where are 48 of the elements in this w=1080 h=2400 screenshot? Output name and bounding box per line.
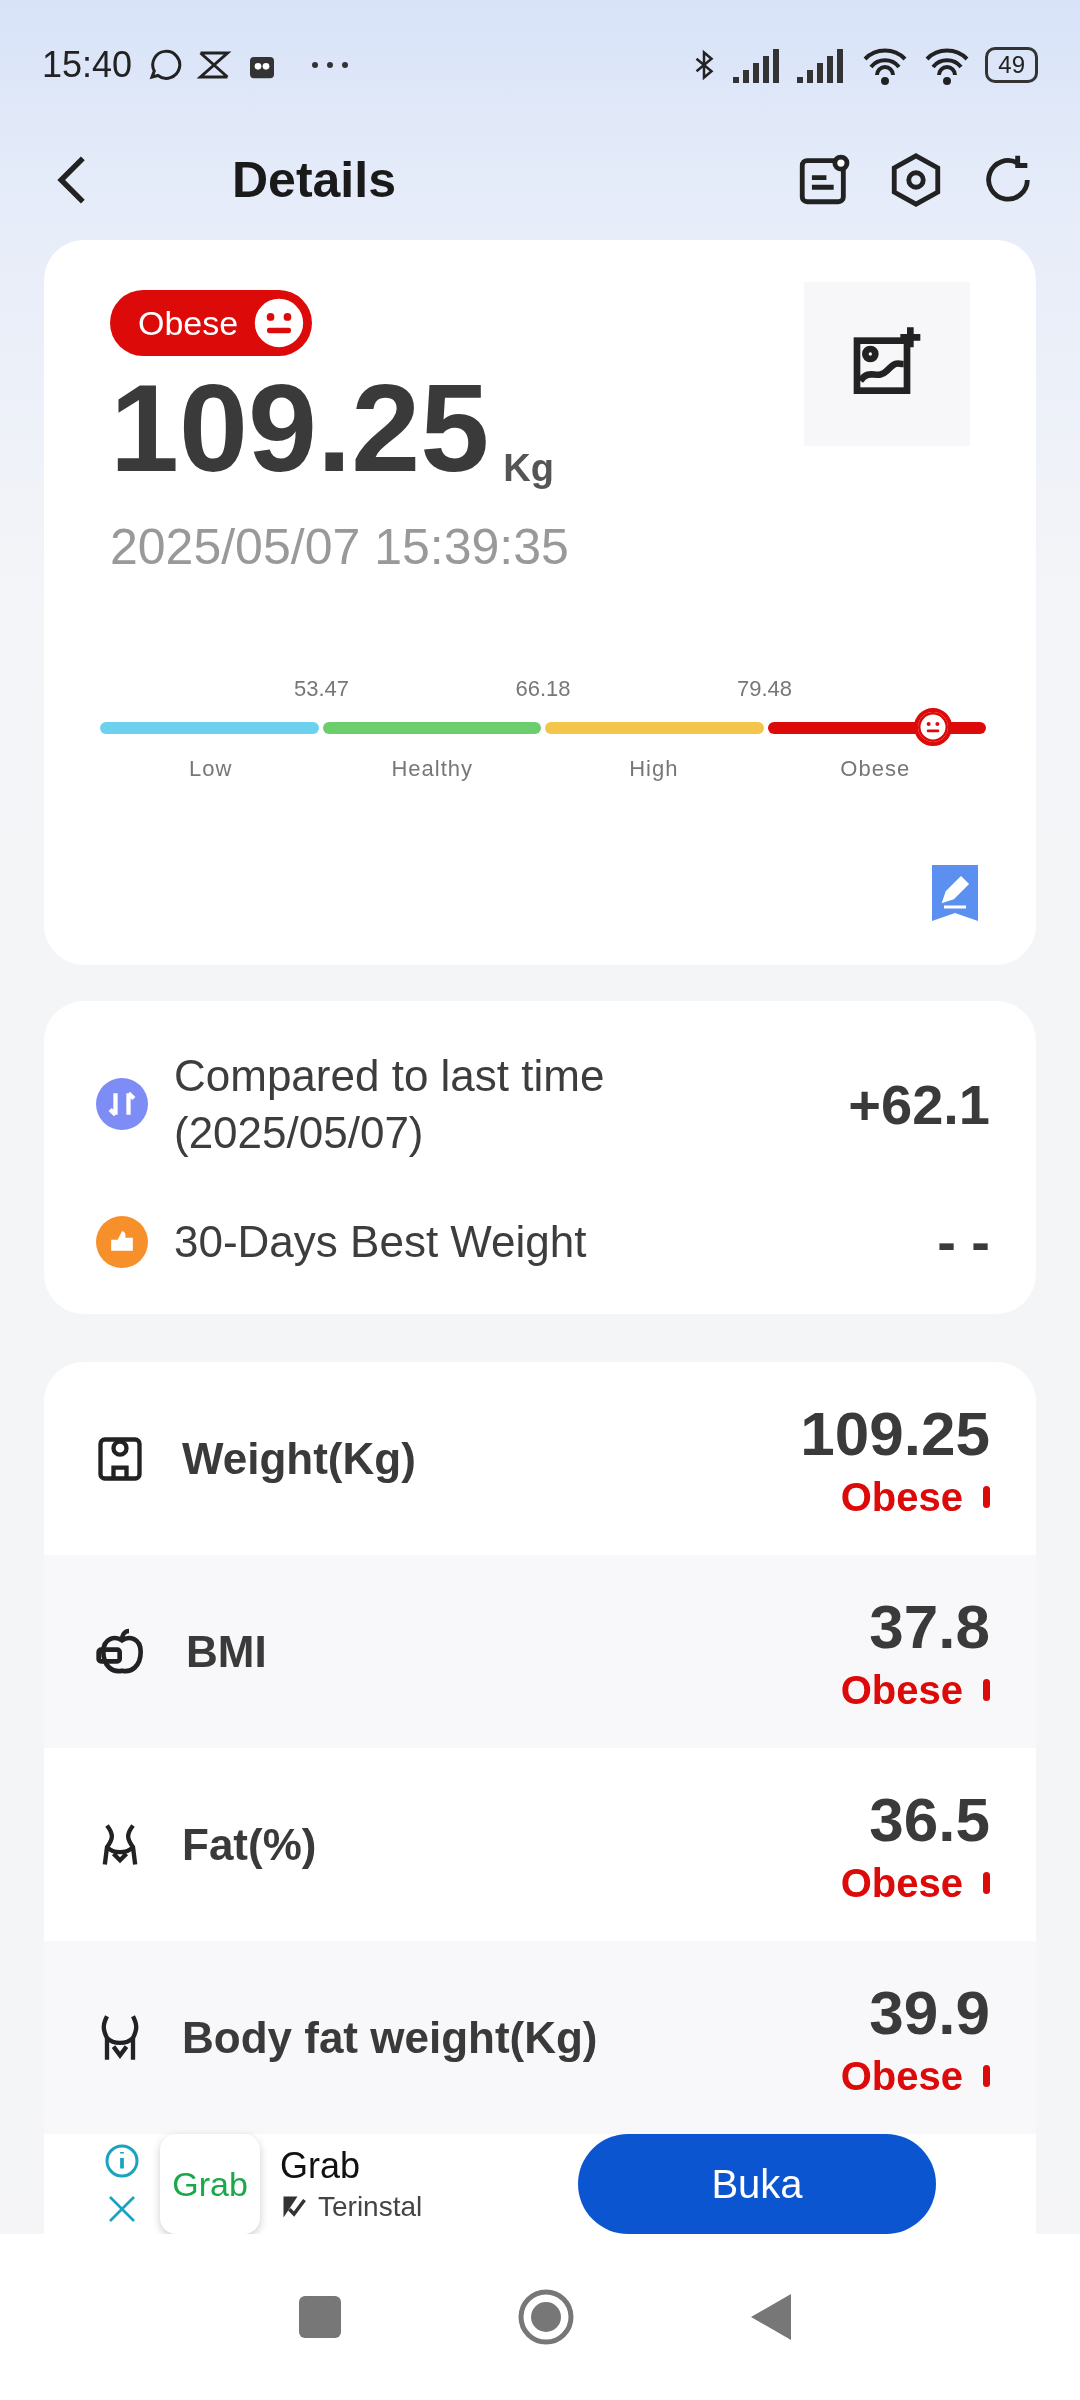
metric-label: Weight(Kg) [182, 1433, 417, 1484]
metric-value: 39.9 [869, 1976, 990, 2048]
metric-row[interactable]: Body fat weight(Kg) 39.9 Obese [44, 1941, 1036, 2135]
metric-label: BMI [186, 1626, 268, 1677]
comparison-value: +62.1 [848, 1071, 990, 1137]
app-name: Grab [280, 2145, 362, 2188]
threshold-value: 79.48 [736, 676, 793, 702]
recents-icon[interactable] [298, 2296, 341, 2339]
thumbs-up-icon [96, 1215, 148, 1268]
comparison-value: - - [937, 1209, 990, 1275]
open-button[interactable]: Buka [578, 2134, 936, 2235]
battery-icon: 49 [985, 47, 1038, 83]
status-indicator [983, 1679, 990, 1702]
status-indicator [983, 1872, 990, 1895]
range-label: Obese [840, 756, 911, 782]
compare-icon [96, 1078, 148, 1131]
range-label: High [629, 756, 679, 782]
metric-value: 37.8 [869, 1590, 990, 1662]
metric-value: 109.25 [800, 1397, 990, 1469]
edit-button[interactable] [932, 865, 978, 921]
page-title: Details [232, 151, 397, 209]
weight-unit: Kg [503, 447, 554, 490]
add-photo-button[interactable] [804, 282, 970, 446]
metric-status: Obese [840, 2053, 963, 2099]
timestamp: 2025/05/07 15:39:35 [110, 518, 570, 576]
status-indicator [983, 1486, 990, 1509]
comparison-label: 30-Days Best Weight [174, 1216, 588, 1269]
threshold-value: 66.18 [515, 676, 571, 702]
weight-value: 109.25 [110, 366, 490, 490]
range-label: Healthy [391, 756, 474, 782]
metric-label: Body fat weight(Kg) [182, 2012, 599, 2063]
more-icon [310, 60, 351, 70]
badge-text: Obese [138, 303, 239, 343]
metric-label: Fat(%) [182, 1819, 318, 1870]
status-indicator [983, 2065, 990, 2088]
metric-row[interactable]: BMI 37.8 Obese [44, 1555, 1036, 1749]
metric-value: 36.5 [869, 1783, 990, 1855]
metric-status: Obese [840, 1474, 963, 1520]
threshold-value: 53.47 [293, 676, 350, 702]
home-icon[interactable] [518, 2289, 574, 2346]
clock: 15:40 [42, 44, 133, 86]
metric-status: Obese [840, 1667, 963, 1713]
metric-status: Obese [840, 1860, 963, 1906]
app-logo: Grab [160, 2134, 260, 2235]
range-label: Low [189, 756, 233, 782]
comparison-label: Compared to last time (2025/05/07) [174, 1050, 606, 1160]
install-status: Terinstal [318, 2191, 423, 2224]
info-icon[interactable] [104, 2143, 140, 2180]
